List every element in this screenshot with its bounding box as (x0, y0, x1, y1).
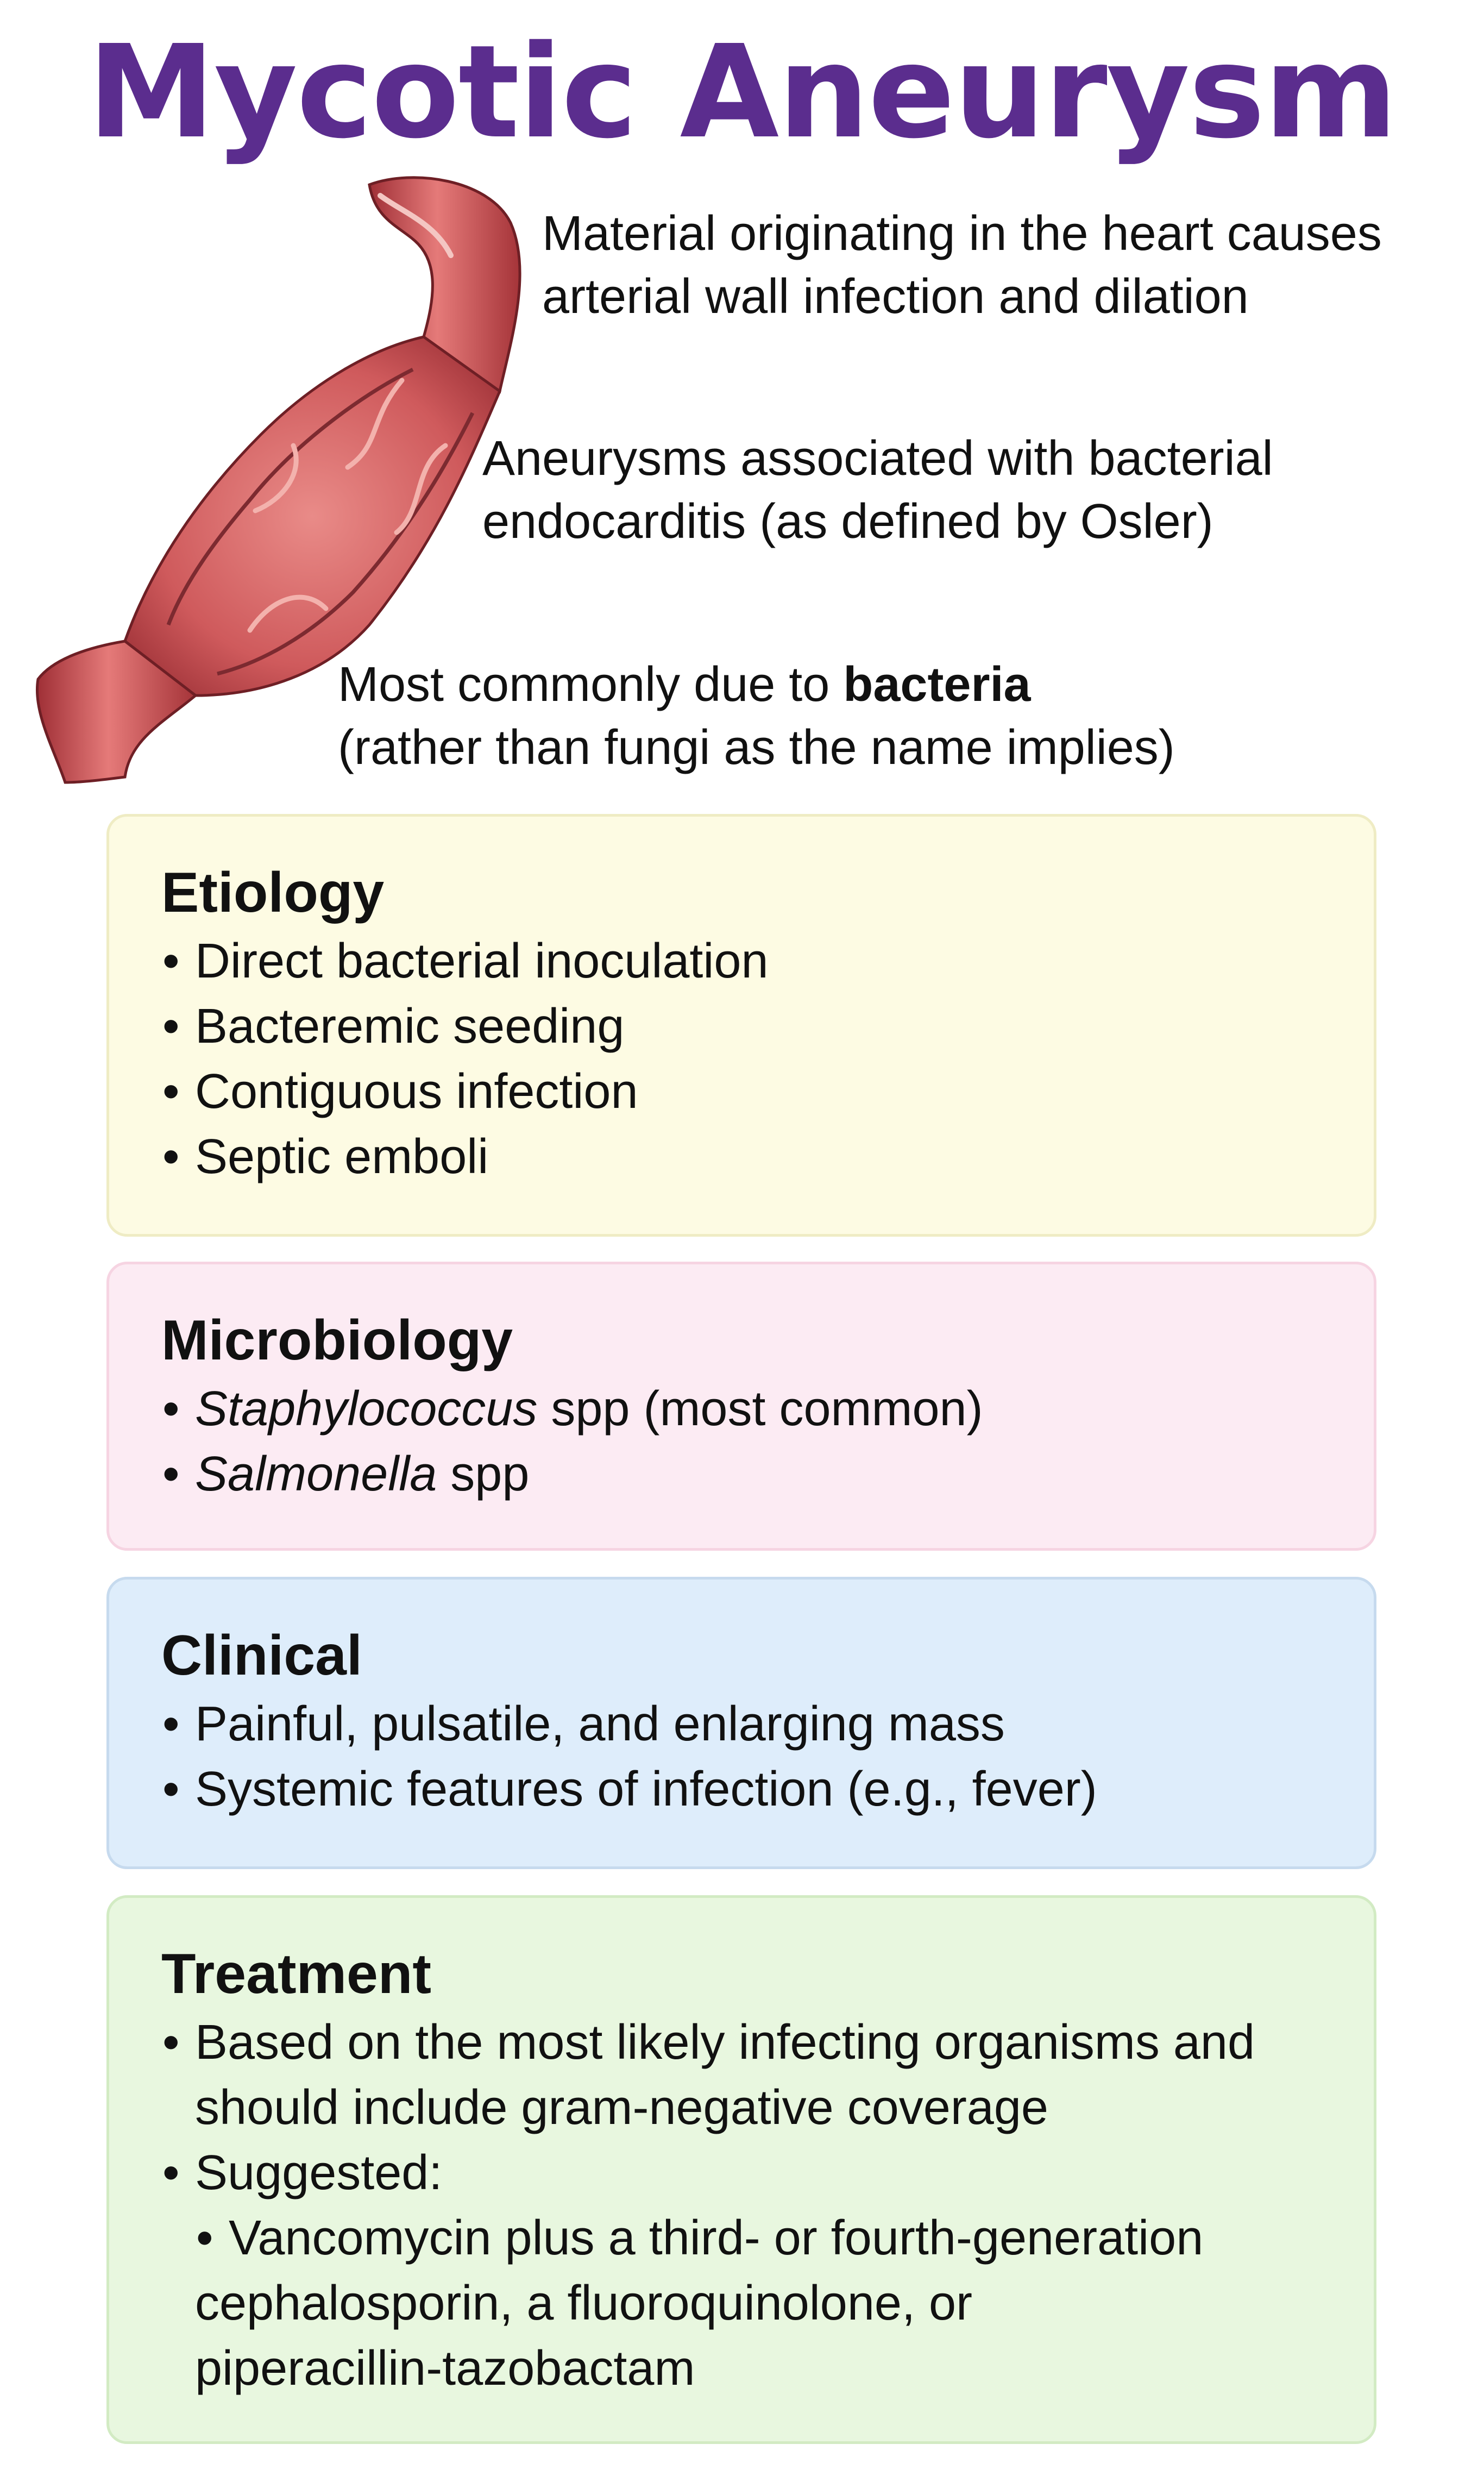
treatment-heading: Treatment (161, 1942, 432, 2006)
intro-bold-text: bacteria (843, 657, 1031, 712)
microbiology-box: Microbiology Staphylococcus spp (most co… (106, 1262, 1376, 1551)
sub-list-item-continuation: piperacillin-tazobactam (195, 2341, 695, 2396)
list-item: Staphylococcus spp (most common) (161, 1376, 1322, 1442)
intro-line: (rather than fungi as the name implies) (338, 720, 1175, 775)
intro-line: Most commonly due to bacteria (338, 653, 1175, 716)
intro-text-2: Aneurysms associated with bacterial endo… (482, 427, 1273, 553)
microbiology-heading: Microbiology (161, 1309, 513, 1372)
treatment-box: Treatment Based on the most likely infec… (106, 1895, 1376, 2444)
microbiology-list: Staphylococcus spp (most common) Salmone… (161, 1376, 1322, 1507)
treatment-list: Based on the most likely infecting organ… (161, 2010, 1322, 2401)
list-item-text: spp (most common) (537, 1382, 983, 1436)
intro-line: Material originating in the heart causes (542, 206, 1382, 261)
clinical-heading: Clinical (161, 1624, 362, 1687)
clinical-box: Clinical Painful, pulsatile, and enlargi… (106, 1577, 1376, 1869)
page-title: Mycotic Aneurysm (87, 17, 1398, 167)
sub-list-item-continuation: cephalosporin, a fluoroquinolone, or (195, 2276, 972, 2330)
organism-name: Staphylococcus (195, 1382, 538, 1436)
intro-text-3: Most commonly due to bacteria (rather th… (338, 653, 1175, 779)
intro-line: Aneurysms associated with bacterial (482, 431, 1273, 486)
list-item: Salmonella spp (161, 1442, 1322, 1507)
etiology-heading: Etiology (161, 861, 385, 924)
etiology-list: Direct bacterial inoculation Bacteremic … (161, 929, 1322, 1189)
list-item: Direct bacterial inoculation (161, 929, 1322, 994)
intro-line: arterial wall infection and dilation (542, 270, 1249, 324)
sub-list-item: Vancomycin plus a third- or fourth-gener… (161, 2205, 1322, 2271)
intro-text-1: Material originating in the heart causes… (542, 202, 1382, 328)
list-item: Septic emboli (161, 1124, 1322, 1189)
list-item-continuation: should include gram-negative coverage (195, 2080, 1048, 2135)
organism-name: Salmonella (195, 1447, 437, 1501)
intro-line: endocarditis (as defined by Osler) (482, 494, 1213, 549)
list-item: Painful, pulsatile, and enlarging mass (161, 1691, 1322, 1757)
list-item: Bacteremic seeding (161, 994, 1322, 1059)
list-item: Contiguous infection (161, 1059, 1322, 1124)
clinical-list: Painful, pulsatile, and enlarging mass S… (161, 1691, 1322, 1822)
list-item: Systemic features of infection (e.g., fe… (161, 1757, 1322, 1822)
list-item-text: spp (437, 1447, 530, 1501)
list-item: Based on the most likely infecting organ… (161, 2010, 1322, 2075)
etiology-box: Etiology Direct bacterial inoculation Ba… (106, 814, 1376, 1237)
list-item: Suggested: (161, 2140, 1322, 2205)
intro-text: Most commonly due to (338, 657, 844, 712)
